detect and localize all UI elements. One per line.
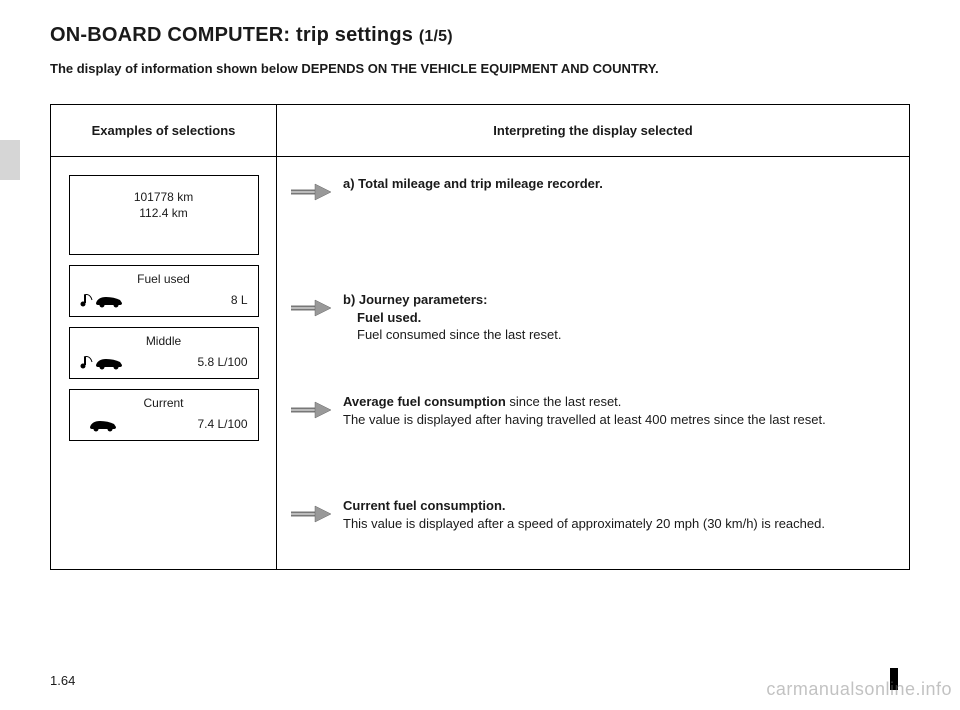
entry-d-text: Current fuel consumption. This value is … — [333, 497, 897, 532]
side-tab — [0, 140, 20, 180]
entry-d: Current fuel consumption. This value is … — [289, 497, 897, 547]
display-avg-label: Middle — [70, 328, 258, 350]
display-current-label: Current — [70, 390, 258, 412]
manual-page: ON-BOARD COMPUTER: trip settings (1/5) T… — [0, 0, 960, 710]
display-current-value: 7.4 L/100 — [197, 417, 247, 431]
trip-settings-table: Examples of selections Interpreting the … — [50, 104, 910, 570]
fuel-pump-car-icon — [80, 292, 126, 308]
display-mileage-trip: 112.4 km — [70, 206, 258, 226]
header-interpreting: Interpreting the display selected — [277, 105, 910, 157]
entry-c-text: Average fuel consumption since the last … — [333, 393, 897, 428]
watermark: carmanualsonline.info — [766, 679, 952, 700]
arrow-icon — [289, 291, 333, 319]
entry-a-text: a) Total mileage and trip mileage record… — [333, 175, 897, 193]
fuel-pump-car-icon — [80, 354, 126, 370]
dependency-note: The display of information shown below D… — [50, 61, 910, 76]
display-fuel-used: Fuel used — [69, 265, 259, 317]
display-fuel-used-label: Fuel used — [70, 266, 258, 288]
entry-c: Average fuel consumption since the last … — [289, 393, 897, 471]
displays-cell: 101778 km 112.4 km Fuel used — [51, 157, 277, 570]
display-current-consumption: Current 7.4 L/100 — [69, 389, 259, 441]
arrow-icon — [289, 393, 333, 421]
arrow-icon — [289, 175, 333, 203]
display-avg-value: 5.8 L/100 — [197, 355, 247, 369]
entry-b: b) Journey parameters: Fuel used. Fuel c… — [289, 291, 897, 367]
descriptions-cell: a) Total mileage and trip mileage record… — [277, 157, 910, 570]
display-fuel-used-value: 8 L — [231, 293, 248, 307]
entry-a: a) Total mileage and trip mileage record… — [289, 175, 897, 265]
page-title: ON-BOARD COMPUTER: trip settings (1/5) — [50, 24, 910, 47]
title-main: ON-BOARD COMPUTER: trip settings — [50, 24, 419, 46]
header-examples: Examples of selections — [51, 105, 277, 157]
display-mileage: 101778 km 112.4 km — [69, 175, 259, 255]
arrow-icon — [289, 497, 333, 525]
title-sub: (1/5) — [419, 28, 453, 45]
page-number: 1.64 — [50, 673, 75, 688]
car-icon — [80, 416, 126, 432]
entry-b-text: b) Journey parameters: Fuel used. Fuel c… — [333, 291, 897, 344]
display-mileage-total: 101778 km — [70, 186, 258, 206]
display-avg-consumption: Middle — [69, 327, 259, 379]
